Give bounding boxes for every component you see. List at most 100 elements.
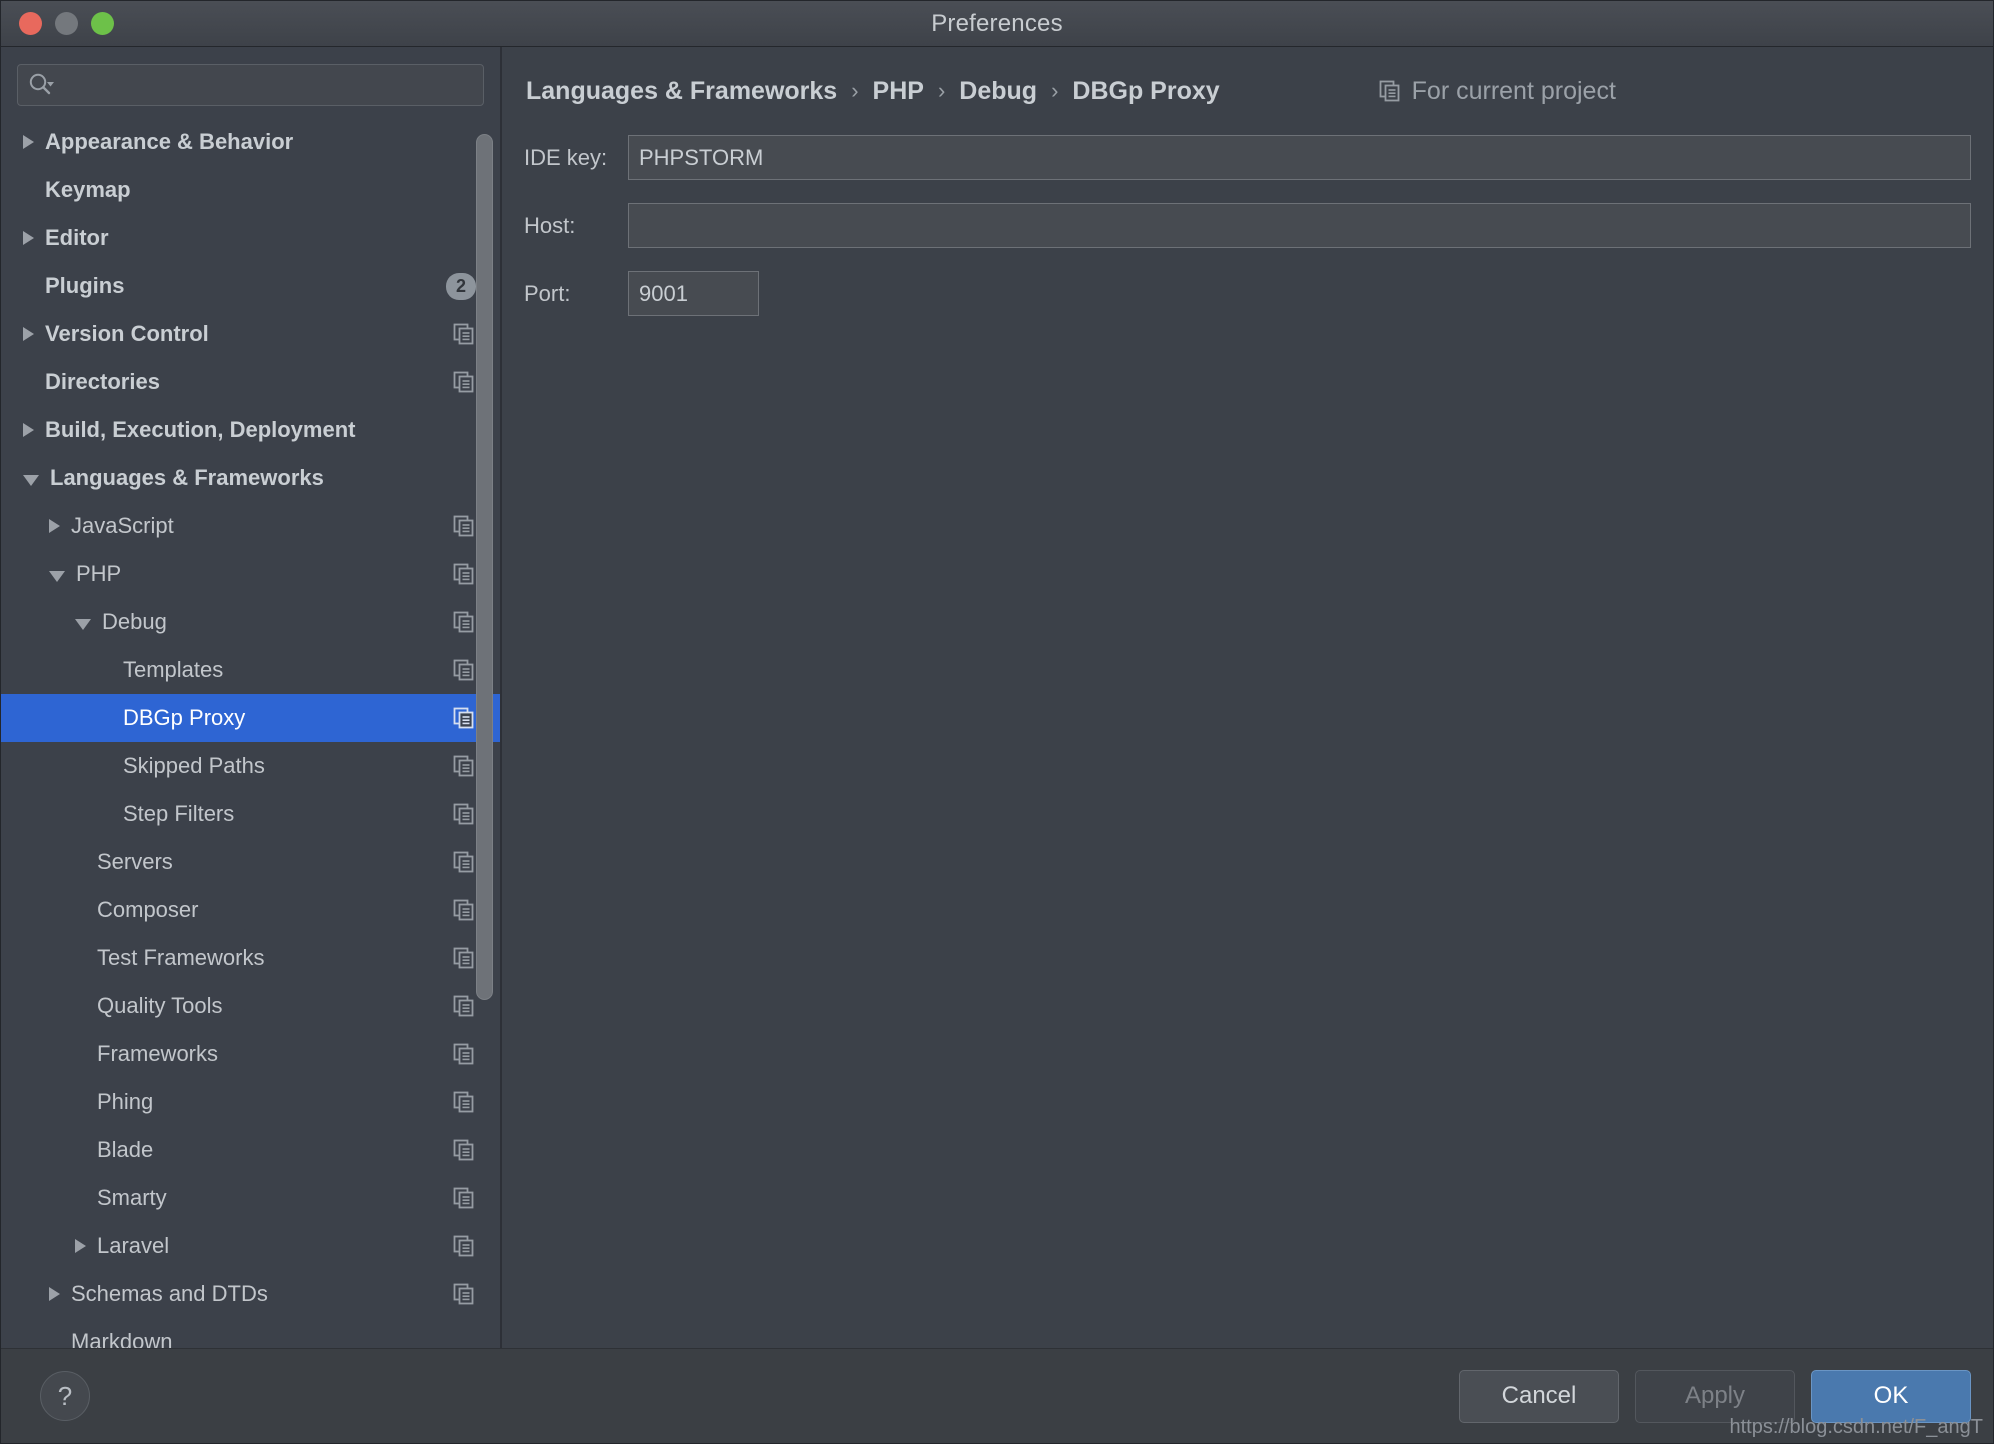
sidebar-item-label: Languages & Frameworks xyxy=(50,465,324,490)
sidebar-item-editor[interactable]: Editor xyxy=(1,214,500,262)
copy-icon[interactable] xyxy=(452,370,476,394)
sidebar-item-step-filters[interactable]: Step Filters xyxy=(1,790,500,838)
copy-icon[interactable] xyxy=(452,994,476,1018)
sidebar-item-build-execution-deployment[interactable]: Build, Execution, Deployment xyxy=(1,406,500,454)
breadcrumb-crumb[interactable]: PHP xyxy=(873,77,924,106)
sidebar-item-label: Laravel xyxy=(97,1233,170,1258)
chevron-down-icon[interactable] xyxy=(49,570,65,582)
settings-tree: Appearance & Behavior Keymap Editor Plugins… xyxy=(1,118,500,1348)
copy-icon[interactable] xyxy=(452,1042,476,1066)
sidebar-item-label: Version Control xyxy=(45,321,209,346)
sidebar-item-laravel[interactable]: Laravel xyxy=(1,1222,500,1270)
scope-label: For current project xyxy=(1411,76,1616,105)
host-field[interactable] xyxy=(628,203,1971,248)
sidebar-item-servers[interactable]: Servers xyxy=(1,838,500,886)
apply-button[interactable]: Apply xyxy=(1635,1369,1795,1423)
sidebar-item-test-frameworks[interactable]: Test Frameworks xyxy=(1,934,500,982)
copy-icon[interactable] xyxy=(452,1186,476,1210)
search-container xyxy=(1,47,500,106)
sidebar-item-blade[interactable]: Blade xyxy=(1,1126,500,1174)
sidebar-item-label: Directories xyxy=(45,369,160,394)
copy-icon[interactable] xyxy=(452,754,476,778)
sidebar-item-markdown[interactable]: Markdown xyxy=(1,1318,500,1348)
copy-icon[interactable] xyxy=(452,658,476,682)
sidebar-item-composer[interactable]: Composer xyxy=(1,886,500,934)
chevron-down-icon[interactable] xyxy=(23,474,39,486)
sidebar-item-smarty[interactable]: Smarty xyxy=(1,1174,500,1222)
help-button[interactable]: ? xyxy=(40,1371,90,1421)
sidebar-item-dbgp-proxy[interactable]: DBGp Proxy xyxy=(1,694,500,742)
sidebar-item-schemas-and-dtds[interactable]: Schemas and DTDs xyxy=(1,1270,500,1318)
breadcrumb-crumb[interactable]: DBGp Proxy xyxy=(1072,77,1219,106)
host-field-label: Host: xyxy=(524,212,576,238)
chevron-right-icon[interactable] xyxy=(49,1287,60,1301)
search-box[interactable] xyxy=(17,64,484,106)
ok-button[interactable]: OK xyxy=(1811,1369,1971,1423)
port-field[interactable] xyxy=(628,271,759,316)
copy-icon[interactable] xyxy=(452,514,476,538)
sidebar-item-phing[interactable]: Phing xyxy=(1,1078,500,1126)
breadcrumb-crumb[interactable]: Debug xyxy=(959,77,1037,106)
copy-icon[interactable] xyxy=(452,898,476,922)
sidebar-item-frameworks[interactable]: Frameworks xyxy=(1,1030,500,1078)
chevron-right-icon[interactable] xyxy=(23,327,34,341)
sidebar-item-label: Keymap xyxy=(45,177,131,202)
copy-icon[interactable] xyxy=(452,802,476,826)
copy-icon[interactable] xyxy=(452,610,476,634)
sidebar-item-label: JavaScript xyxy=(71,513,174,538)
window-title: Preferences xyxy=(931,9,1063,37)
breadcrumb-crumb[interactable]: Languages & Frameworks xyxy=(526,77,837,106)
footer-buttons: Cancel Apply OK xyxy=(1459,1369,1971,1423)
sidebar-item-debug[interactable]: Debug xyxy=(1,598,500,646)
copy-icon[interactable] xyxy=(452,1138,476,1162)
form-row: IDE key: xyxy=(524,135,1971,180)
copy-icon[interactable] xyxy=(452,562,476,586)
chevron-right-icon[interactable] xyxy=(49,519,60,533)
copy-icon[interactable] xyxy=(452,322,476,346)
sidebar-item-javascript[interactable]: JavaScript xyxy=(1,502,500,550)
sidebar-item-quality-tools[interactable]: Quality Tools xyxy=(1,982,500,1030)
title-bar: Preferences xyxy=(1,1,1993,47)
breadcrumb-separator: › xyxy=(1051,78,1059,103)
sidebar-item-label: DBGp Proxy xyxy=(123,705,246,730)
dialog-body: Appearance & Behavior Keymap Editor Plugins… xyxy=(1,47,1993,1348)
breadcrumb-separator: › xyxy=(851,78,859,103)
copy-icon[interactable] xyxy=(452,946,476,970)
sidebar-item-label: Skipped Paths xyxy=(123,753,265,778)
settings-content-pane: Languages & Frameworks › PHP › Debug › DBGp Pr… xyxy=(502,47,1993,1348)
form-row: Port: xyxy=(524,271,1971,316)
copy-icon[interactable] xyxy=(1378,79,1402,103)
chevron-down-icon[interactable] xyxy=(75,618,91,630)
copy-icon[interactable] xyxy=(452,1090,476,1114)
dialog-footer: ? Cancel Apply OK https://blog.csdn.net/… xyxy=(1,1348,1993,1443)
ide-key-field[interactable] xyxy=(628,135,1971,180)
chevron-right-icon[interactable] xyxy=(23,423,34,437)
sidebar-item-version-control[interactable]: Version Control xyxy=(1,310,500,358)
plugins-count-badge: 2 xyxy=(446,272,476,300)
copy-icon[interactable] xyxy=(452,1234,476,1258)
sidebar-item-label: Build, Execution, Deployment xyxy=(45,417,356,442)
sidebar-item-keymap[interactable]: Keymap xyxy=(1,166,500,214)
sidebar-scrollbar-thumb[interactable] xyxy=(476,134,493,1000)
copy-icon[interactable] xyxy=(452,1282,476,1306)
ide-key-field-label: IDE key: xyxy=(524,144,608,170)
sidebar-item-templates[interactable]: Templates xyxy=(1,646,500,694)
sidebar-item-languages-frameworks[interactable]: Languages & Frameworks xyxy=(1,454,500,502)
copy-icon[interactable] xyxy=(452,850,476,874)
sidebar-item-appearance-behavior[interactable]: Appearance & Behavior xyxy=(1,118,500,166)
chevron-right-icon[interactable] xyxy=(75,1239,86,1253)
chevron-right-icon[interactable] xyxy=(23,135,34,149)
cancel-button[interactable]: Cancel xyxy=(1459,1369,1619,1423)
breadcrumb-separator: › xyxy=(937,78,946,103)
sidebar-item-directories[interactable]: Directories xyxy=(1,358,500,406)
copy-icon[interactable] xyxy=(452,706,476,730)
sidebar-item-skipped-paths[interactable]: Skipped Paths xyxy=(1,742,500,790)
sidebar-item-label: Markdown xyxy=(71,1329,173,1348)
search-input[interactable] xyxy=(60,74,473,96)
sidebar-item-plugins[interactable]: Plugins 2 xyxy=(1,262,500,310)
settings-sidebar: Appearance & Behavior Keymap Editor Plugins… xyxy=(1,47,502,1348)
chevron-right-icon[interactable] xyxy=(23,231,34,245)
port-field-label: Port: xyxy=(524,280,571,306)
search-icon xyxy=(28,72,54,98)
sidebar-item-php[interactable]: PHP xyxy=(1,550,500,598)
